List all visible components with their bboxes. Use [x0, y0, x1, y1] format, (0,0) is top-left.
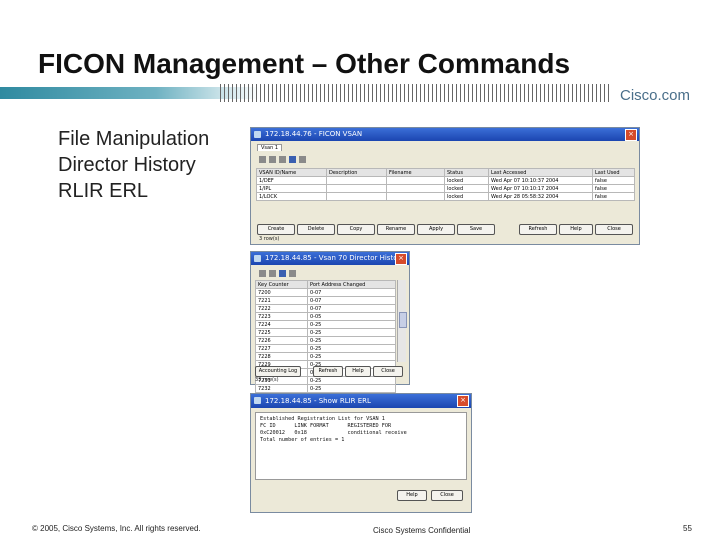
rename-button[interactable]: Rename	[377, 224, 415, 235]
window-icon	[254, 397, 261, 404]
paste-icon[interactable]	[269, 156, 276, 163]
col-header[interactable]: Filename	[386, 168, 445, 177]
header-bar	[0, 84, 720, 102]
filter-icon[interactable]	[279, 156, 286, 163]
topic-director-history: Director History	[58, 154, 196, 176]
col-header[interactable]: Key Counter	[255, 280, 308, 289]
slide-title: FICON Management – Other Commands	[38, 48, 571, 79]
save-icon[interactable]	[289, 156, 296, 163]
table-row[interactable]: 7222 0-07	[255, 304, 396, 313]
apply-button[interactable]: Apply	[417, 224, 455, 235]
col-header[interactable]: Last Used	[592, 168, 635, 177]
delete-button[interactable]: Delete	[297, 224, 335, 235]
close-button[interactable]: Close	[431, 490, 463, 501]
topic-list: File Manipulation Director History RLIR …	[58, 126, 209, 204]
toolbar	[255, 154, 310, 167]
vsan-file-table: VSAN ID/Name Description Filename Status…	[256, 168, 635, 201]
row-count: 3 row(s)	[259, 236, 280, 242]
tab-vsan[interactable]: Vsan 1	[257, 144, 283, 151]
col-header[interactable]: Status	[444, 168, 489, 177]
director-history-window: 172.18.44.85 - Vsan 70 Director History …	[250, 251, 410, 393]
table-row[interactable]: 7228 0-25	[255, 352, 396, 361]
copy-button[interactable]: Copy	[337, 224, 375, 235]
filter-icon[interactable]	[269, 270, 276, 277]
delete-icon[interactable]	[299, 156, 306, 163]
copy-icon[interactable]	[259, 270, 266, 277]
close-button[interactable]: Close	[595, 224, 633, 235]
table-row[interactable]: 7224 0-25	[255, 320, 396, 329]
copyright: © 2005, Cisco Systems, Inc. All rights r…	[32, 524, 201, 533]
table-row[interactable]: 7225 0-25	[255, 328, 396, 337]
table-row[interactable]: 7227 0-25	[255, 344, 396, 353]
table-row[interactable]: 1/IPL locked Wed Apr 07 10:10:17 2004 false	[256, 184, 635, 193]
erl-output: Established Registration List for VSAN 1…	[255, 412, 467, 480]
close-icon[interactable]: ×	[457, 395, 469, 407]
window-title-bar: 172.18.44.85 - Show RLIR ERL ×	[251, 394, 471, 408]
ficon-vsan-window: 172.18.44.76 - FICON VSAN × Vsan 1 VSAN …	[250, 127, 640, 245]
table-header: Key Counter Port Address Changed	[255, 280, 396, 289]
close-button[interactable]: Close	[373, 366, 403, 377]
col-header[interactable]: Description	[326, 168, 387, 177]
table-row[interactable]: 1/LOCK locked Wed Apr 28 05:58:32 2004 fals…	[256, 192, 635, 201]
scrollbar-thumb[interactable]	[399, 312, 407, 328]
confidential-label: Cisco Systems Confidential	[373, 526, 471, 535]
save-button[interactable]: Save	[457, 224, 495, 235]
header-lines	[220, 84, 610, 102]
table-row[interactable]: 7221 0-07	[255, 296, 396, 305]
topic-rlir-erl: RLIR ERL	[58, 180, 149, 202]
print-icon[interactable]	[289, 270, 296, 277]
col-header[interactable]: VSAN ID/Name	[256, 168, 327, 177]
create-button[interactable]: Create	[257, 224, 295, 235]
page-number: 55	[683, 524, 692, 533]
vertical-scrollbar[interactable]	[397, 280, 407, 362]
rlir-erl-window: 172.18.44.85 - Show RLIR ERL × Establish…	[250, 393, 472, 513]
table-row[interactable]: 7223 0-05	[255, 312, 396, 321]
accounting-log-button[interactable]: Accounting Log	[255, 366, 301, 377]
refresh-button[interactable]: Refresh	[313, 366, 343, 377]
table-row[interactable]: 7226 0-25	[255, 336, 396, 345]
cisco-logo: Cisco.com	[620, 87, 691, 104]
topic-file-manipulation: File Manipulation	[58, 128, 210, 150]
table-row[interactable]: 7232 0-25	[255, 384, 396, 393]
table-row[interactable]: 7200 0-07	[255, 288, 396, 297]
copy-icon[interactable]	[259, 156, 266, 163]
help-button[interactable]: Help	[345, 366, 371, 377]
row-count: 33 row(s)	[255, 377, 279, 383]
close-icon[interactable]: ×	[395, 253, 407, 265]
col-header[interactable]: Last Accessed	[488, 168, 593, 177]
help-button[interactable]: Help	[559, 224, 593, 235]
window-title-bar: 172.18.44.76 - FICON VSAN ×	[251, 128, 639, 141]
window-icon	[254, 131, 261, 138]
table-header: VSAN ID/Name Description Filename Status…	[256, 168, 635, 177]
table-row[interactable]: 1/DEF locked Wed Apr 07 10:10:37 2004 false	[256, 176, 635, 185]
save-icon[interactable]	[279, 270, 286, 277]
close-icon[interactable]: ×	[625, 129, 637, 141]
refresh-button[interactable]: Refresh	[519, 224, 557, 235]
col-header[interactable]: Port Address Changed	[307, 280, 396, 289]
help-button[interactable]: Help	[397, 490, 427, 501]
window-title-bar: 172.18.44.85 - Vsan 70 Director History …	[251, 252, 409, 265]
window-icon	[254, 255, 261, 262]
